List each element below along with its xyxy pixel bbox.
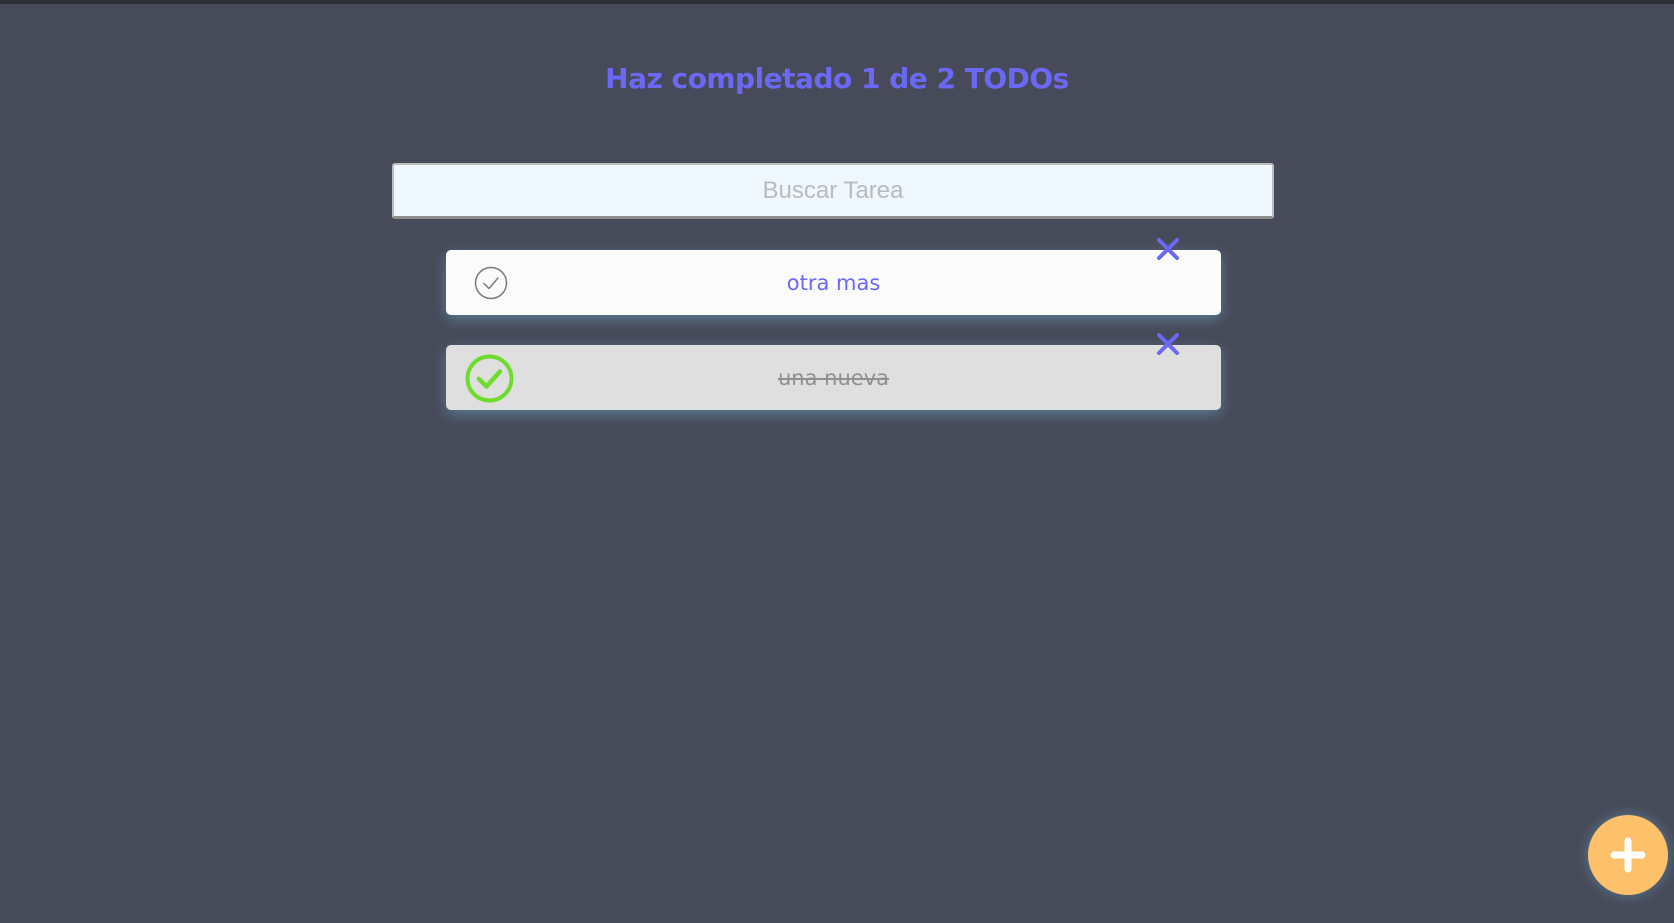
todo-text: una nueva bbox=[778, 365, 889, 390]
close-icon[interactable] bbox=[1155, 236, 1181, 262]
close-icon[interactable] bbox=[1155, 331, 1181, 357]
window-top-border bbox=[0, 0, 1674, 4]
todo-counter: Haz completado 1 de 2 TODOs bbox=[605, 62, 1069, 95]
add-todo-button[interactable] bbox=[1588, 815, 1668, 895]
plus-icon bbox=[1588, 835, 1668, 875]
todo-text: otra mas bbox=[786, 270, 881, 295]
search-input[interactable] bbox=[392, 163, 1274, 219]
todo-item: otra mas bbox=[446, 238, 1221, 315]
todo-item: una nueva bbox=[446, 333, 1221, 410]
